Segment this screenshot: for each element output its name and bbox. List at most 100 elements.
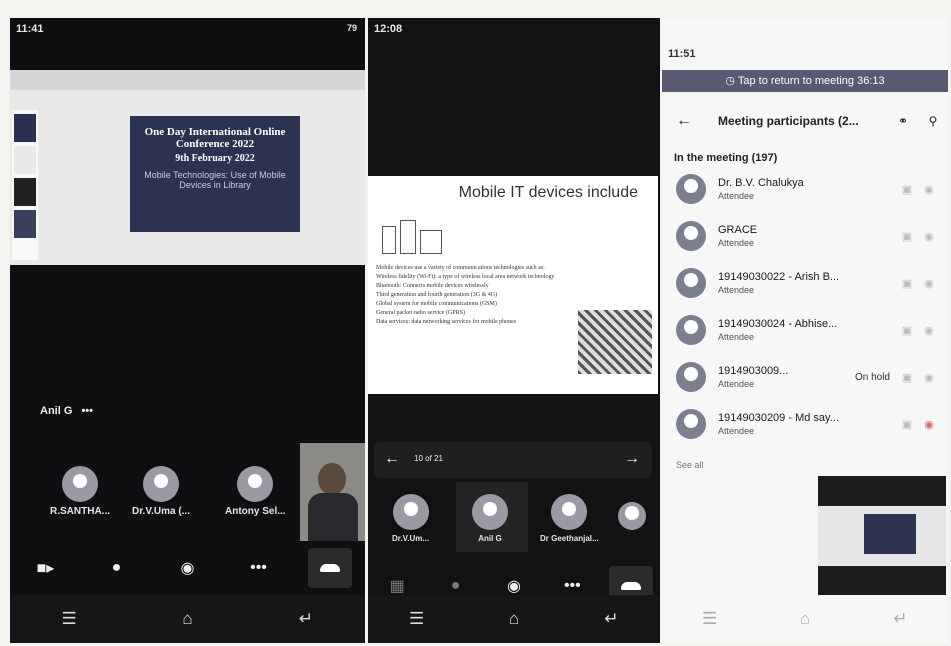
devices-illustration [378, 216, 448, 256]
prev-slide-icon[interactable]: ← [384, 450, 400, 468]
menu-icon[interactable]: ☰ [49, 609, 89, 629]
camera-off-icon: ▣ [901, 418, 913, 431]
audio-button[interactable]: ◉ [166, 548, 210, 588]
more-options-button[interactable]: ••• [237, 548, 281, 588]
participant-role: Attendee [718, 238, 755, 248]
shared-screen: One Day International Online Conference … [10, 70, 365, 265]
meeting-pip-thumbnail[interactable] [818, 476, 946, 602]
phones-collage-image [578, 310, 652, 374]
slide-title: Mobile IT devices include [458, 184, 638, 201]
share-icon[interactable]: ⚭ [888, 114, 918, 128]
participant-role: Attendee [718, 191, 755, 201]
participant-tile[interactable]: R.SANTHA... [50, 466, 110, 517]
participant-row[interactable]: 19149030209 - Md say... Attendee ▣ ◉ [676, 403, 940, 445]
participant-role: Attendee [718, 426, 755, 436]
mic-off-icon: ◉ [924, 277, 934, 290]
banner-text: Tap to return to meeting 36:13 [737, 75, 885, 87]
system-nav-bar: ☰ ⌂ ↵ [10, 595, 365, 643]
slide-thumbnails[interactable] [12, 110, 38, 260]
slide-line: General packet radio service (GPRS) [376, 310, 465, 316]
call-controls: ■▸ ● ◉ ••• [10, 548, 365, 588]
participants-screen: 11:51 ◷ Tap to return to meeting 36:13 ←… [662, 18, 948, 643]
home-icon[interactable]: ⌂ [167, 609, 207, 629]
return-to-meeting-banner[interactable]: ◷ Tap to return to meeting 36:13 [662, 70, 948, 92]
participant-tile[interactable]: Dr.V.Um... [392, 494, 429, 543]
menu-icon[interactable]: ☰ [690, 609, 730, 629]
home-icon[interactable]: ⌂ [494, 609, 534, 629]
status-time: 12:08 [374, 23, 403, 35]
camera-button[interactable]: ■▸ [24, 548, 68, 588]
page-title: Meeting participants (2... [718, 114, 859, 128]
presenter-name: Anil G [40, 405, 73, 417]
participant-tile[interactable]: Anil G [472, 494, 508, 543]
end-call-button[interactable] [307, 548, 352, 588]
slide-line: Mobile devices use a variety of communic… [376, 265, 545, 271]
slide-line: Data services: data networking services … [376, 319, 517, 325]
status-bar: 11:41 79 [10, 18, 365, 40]
mic-off-icon: ◉ [924, 371, 934, 384]
participants-header: ← Meeting participants (2... ⚭ ⚲ [662, 106, 948, 136]
avatar [472, 494, 508, 530]
participant-role: Attendee [718, 332, 755, 342]
participant-name: 19149030024 - Abhise... [718, 318, 838, 330]
next-slide-icon[interactable]: → [624, 450, 640, 468]
see-all-link[interactable]: See all [676, 460, 704, 470]
person-video [318, 463, 346, 495]
camera-off-icon: ▣ [901, 324, 913, 337]
avatar [551, 494, 588, 530]
avatar [676, 268, 706, 298]
back-icon[interactable]: ↵ [591, 609, 631, 629]
slide-line: Wireless fidelity (Wi-Fi): a type of wir… [376, 274, 555, 280]
avatar [676, 174, 706, 204]
section-heading: In the meeting (197) [674, 152, 778, 164]
participant-role: Attendee [718, 379, 755, 389]
participant-name: 1914903009... [718, 365, 789, 377]
slide-date: 9th February 2022 [175, 153, 255, 164]
home-icon[interactable]: ⌂ [785, 609, 825, 629]
clock-icon: ◷ [725, 75, 735, 87]
participant-name: Dr.V.Uma (... [132, 506, 190, 517]
participant-row[interactable]: 19149030024 - Abhise... Attendee ▣ ◉ [676, 309, 940, 351]
camera-off-icon: ▣ [901, 277, 913, 290]
back-icon[interactable]: ↵ [880, 609, 920, 629]
system-nav-bar: ☰ ⌂ ↵ [368, 595, 660, 643]
system-nav-bar: ☰ ⌂ ↵ [662, 595, 948, 643]
shared-slide: Mobile IT devices include Mobile devices… [368, 176, 658, 394]
participant-row[interactable]: 1914903009... Attendee On hold ▣ ◉ [676, 356, 940, 398]
participant-row[interactable]: GRACE Attendee ▣ ◉ [676, 215, 940, 257]
participant-name: 19149030022 - Arish B... [718, 271, 840, 283]
microphone-button[interactable]: ● [95, 548, 139, 588]
status-bar: 12:08 [368, 18, 660, 40]
back-icon[interactable]: ↵ [286, 609, 326, 629]
participant-tile[interactable]: Antony Sel... [225, 466, 286, 517]
search-icon[interactable]: ⚲ [918, 114, 948, 128]
participant-tile[interactable] [618, 502, 646, 530]
slide-body: Mobile devices use a variety of communic… [376, 264, 576, 327]
avatar [392, 494, 429, 530]
participant-name: Dr. B.V. Chalukya [718, 177, 804, 189]
more-icon[interactable]: ••• [81, 405, 93, 417]
camera-off-icon: ▣ [901, 230, 913, 243]
participant-row[interactable]: 19149030022 - Arish B... Attendee ▣ ◉ [676, 262, 940, 304]
meeting-screen-2: 12:08 Mobile IT devices include Mobile d… [368, 18, 660, 643]
avatar [676, 409, 706, 439]
back-arrow-icon[interactable]: ← [676, 112, 692, 130]
participant-tile[interactable]: Dr.V.Uma (... [132, 466, 190, 517]
participant-name: Dr.V.Um... [392, 534, 430, 543]
self-video-tile[interactable] [300, 443, 365, 541]
slide-line: Global system for mobile communications … [376, 301, 497, 307]
meeting-screen-1: 11:41 79 One Day International Online Co… [10, 18, 365, 643]
menu-icon[interactable]: ☰ [397, 609, 437, 629]
avatar [143, 466, 179, 502]
mic-off-icon: ◉ [924, 324, 934, 337]
slide-1: One Day International Online Conference … [130, 116, 300, 232]
participant-tile[interactable]: Dr Geethanjal... [540, 494, 599, 543]
participant-row[interactable]: Dr. B.V. Chalukya Attendee ▣ ◉ [676, 168, 940, 210]
mic-off-icon: ◉ [924, 230, 934, 243]
slide-subtitle: Mobile Technologies: Use of Mobile Devic… [144, 170, 286, 190]
on-hold-label: On hold [854, 371, 890, 383]
presenter-label: Anil G ••• [40, 405, 93, 417]
ppt-ribbon [10, 70, 365, 90]
participant-name: Antony Sel... [225, 506, 286, 517]
avatar [237, 466, 274, 502]
